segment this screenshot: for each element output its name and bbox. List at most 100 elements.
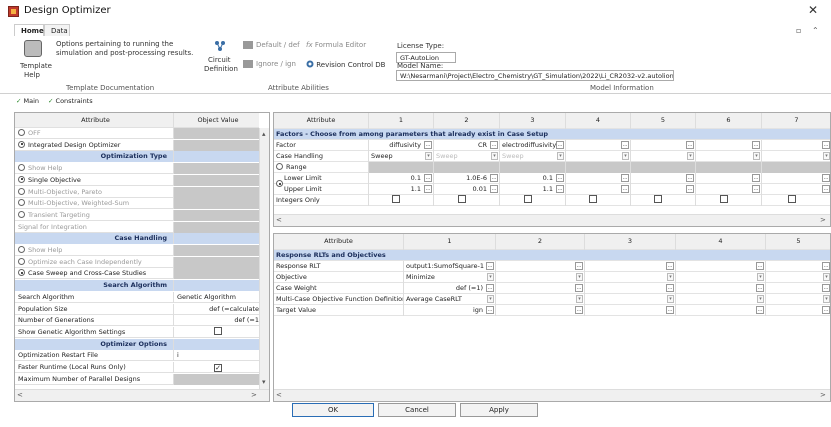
ellipsis-button[interactable]: ... — [486, 306, 494, 314]
row-cell[interactable] — [762, 195, 830, 206]
tab-data[interactable]: Data — [44, 24, 70, 36]
dropdown-icon[interactable]: ▾ — [576, 295, 583, 303]
dropdown-icon[interactable]: ▾ — [425, 152, 432, 160]
row-cell[interactable]: ... — [696, 173, 762, 184]
template-help-button[interactable] — [24, 40, 42, 57]
left-row[interactable]: Faster Runtime (Local Runs Only) ✓ — [15, 362, 259, 373]
row-cell[interactable]: ... — [676, 283, 766, 294]
left-row[interactable]: Show Help — [15, 163, 259, 175]
ellipsis-button[interactable]: ... — [424, 141, 432, 149]
ellipsis-button[interactable]: ... — [822, 185, 830, 193]
ellipsis-button[interactable]: ... — [666, 262, 674, 270]
ellipsis-button[interactable]: ... — [424, 185, 432, 193]
ellipsis-button[interactable]: ... — [621, 174, 629, 182]
ignore-button[interactable]: Ignore / ign — [243, 60, 296, 68]
row-cell[interactable]: 0.01... — [434, 184, 500, 195]
row-cell[interactable]: output1:SumofSquare-1... — [404, 261, 496, 272]
left-row[interactable]: Integrated Design Optimizer — [15, 139, 259, 151]
dropdown-icon[interactable]: ▾ — [576, 273, 583, 281]
formula-editor-button[interactable]: fx Formula Editor — [306, 41, 366, 49]
row-cell[interactable]: 1.0E-6... — [434, 173, 500, 184]
model-name-field[interactable]: W:\Nesarmani\Project\Electro_Chemistry\G… — [396, 70, 674, 81]
row-cell[interactable]: 1.1... — [369, 184, 434, 195]
checkbox[interactable] — [719, 195, 728, 203]
tab-constraints[interactable]: ✓ Constraints — [48, 97, 93, 105]
radio-button[interactable] — [18, 257, 25, 265]
ellipsis-button[interactable]: ... — [486, 262, 494, 270]
row-cell[interactable]: ▾ — [766, 272, 830, 283]
row-cell[interactable]: Sweep ▾ — [369, 151, 434, 162]
row-cell[interactable]: Average CaseRLT ▾ — [404, 294, 496, 305]
ellipsis-button[interactable]: ... — [575, 262, 583, 270]
row-cell[interactable] — [696, 162, 762, 173]
close-button[interactable]: ✕ — [808, 3, 818, 17]
row-cell[interactable] — [434, 162, 500, 173]
row-cell[interactable]: ▾ — [566, 151, 631, 162]
collapse-ribbon-icon[interactable]: ⌃ — [812, 26, 819, 35]
row-cell[interactable]: ▾ — [496, 272, 585, 283]
ellipsis-button[interactable]: ... — [575, 284, 583, 292]
ellipsis-button[interactable]: ... — [666, 284, 674, 292]
row-cell[interactable]: ▾ — [585, 294, 676, 305]
ellipsis-button[interactable]: ... — [822, 174, 830, 182]
responses-horizontal-scrollbar[interactable]: < > — [274, 389, 830, 401]
left-row[interactable]: Single Objective — [15, 174, 259, 186]
row-cell[interactable] — [696, 195, 762, 206]
ellipsis-button[interactable]: ... — [756, 262, 764, 270]
ellipsis-button[interactable]: ... — [822, 284, 830, 292]
left-horizontal-scrollbar[interactable]: < > — [15, 389, 269, 401]
left-row[interactable]: Optimization Restart File i — [15, 350, 259, 362]
minimize-ribbon-icon[interactable]: ▫ — [796, 26, 801, 35]
radio-button[interactable] — [18, 129, 25, 136]
left-row[interactable]: Maximum Number of Parallel Designs — [15, 373, 259, 385]
dropdown-icon[interactable]: ▾ — [823, 295, 830, 303]
row-cell[interactable]: ... — [496, 261, 585, 272]
ellipsis-button[interactable]: ... — [822, 306, 830, 314]
ellipsis-button[interactable]: ... — [490, 174, 498, 182]
row-cell[interactable]: ... — [566, 184, 631, 195]
left-row[interactable]: Optimize each Case Independently — [15, 256, 259, 268]
dropdown-icon[interactable]: ▾ — [823, 273, 830, 281]
row-value[interactable] — [174, 326, 259, 338]
row-value[interactable]: i — [174, 350, 259, 361]
dropdown-icon[interactable]: ▾ — [487, 295, 494, 303]
row-cell[interactable]: diffusivity... — [369, 140, 434, 151]
row-cell[interactable] — [369, 162, 434, 173]
circuit-definition-label-1[interactable]: Circuit — [208, 56, 231, 64]
dropdown-icon[interactable]: ▾ — [622, 152, 629, 160]
dropdown-icon[interactable]: ▾ — [757, 295, 764, 303]
row-cell[interactable] — [369, 195, 434, 206]
checkbox[interactable]: ✓ — [214, 364, 222, 372]
ellipsis-button[interactable]: ... — [556, 174, 564, 182]
row-cell[interactable]: 0.1... — [500, 173, 566, 184]
tab-main[interactable]: ✓ Main — [16, 97, 39, 105]
row-value[interactable]: def (=calculate — [174, 304, 259, 315]
row-cell[interactable] — [566, 162, 631, 173]
ellipsis-button[interactable]: ... — [666, 306, 674, 314]
row-cell[interactable]: Minimize ▾ — [404, 272, 496, 283]
checkbox[interactable] — [523, 195, 532, 203]
scroll-left-icon[interactable]: < — [276, 391, 282, 399]
checkbox[interactable] — [392, 195, 400, 203]
radio-button[interactable] — [18, 175, 25, 183]
radio-button[interactable] — [18, 269, 25, 277]
ok-button[interactable]: OK — [292, 403, 374, 417]
dropdown-icon[interactable]: ▾ — [557, 152, 564, 160]
left-row[interactable]: Show Help — [15, 245, 259, 256]
row-cell[interactable]: ... — [676, 305, 766, 316]
row-cell[interactable]: ... — [762, 173, 830, 184]
left-vertical-scrollbar[interactable]: ▴ ▾ — [259, 128, 269, 389]
row-cell[interactable]: ... — [766, 261, 830, 272]
row-cell[interactable] — [566, 195, 631, 206]
row-cell[interactable]: ... — [696, 140, 762, 151]
ellipsis-button[interactable]: ... — [556, 185, 564, 193]
row-cell[interactable]: ... — [631, 140, 696, 151]
ellipsis-button[interactable]: ... — [575, 306, 583, 314]
range-radio[interactable] — [276, 163, 283, 170]
ellipsis-button[interactable]: ... — [756, 284, 764, 292]
default-def-button[interactable]: Default / def — [243, 41, 300, 49]
row-cell[interactable]: ▾ — [676, 272, 766, 283]
apply-button[interactable]: Apply — [460, 403, 538, 417]
row-cell[interactable]: ... — [631, 173, 696, 184]
dropdown-icon[interactable]: ▾ — [667, 273, 674, 281]
